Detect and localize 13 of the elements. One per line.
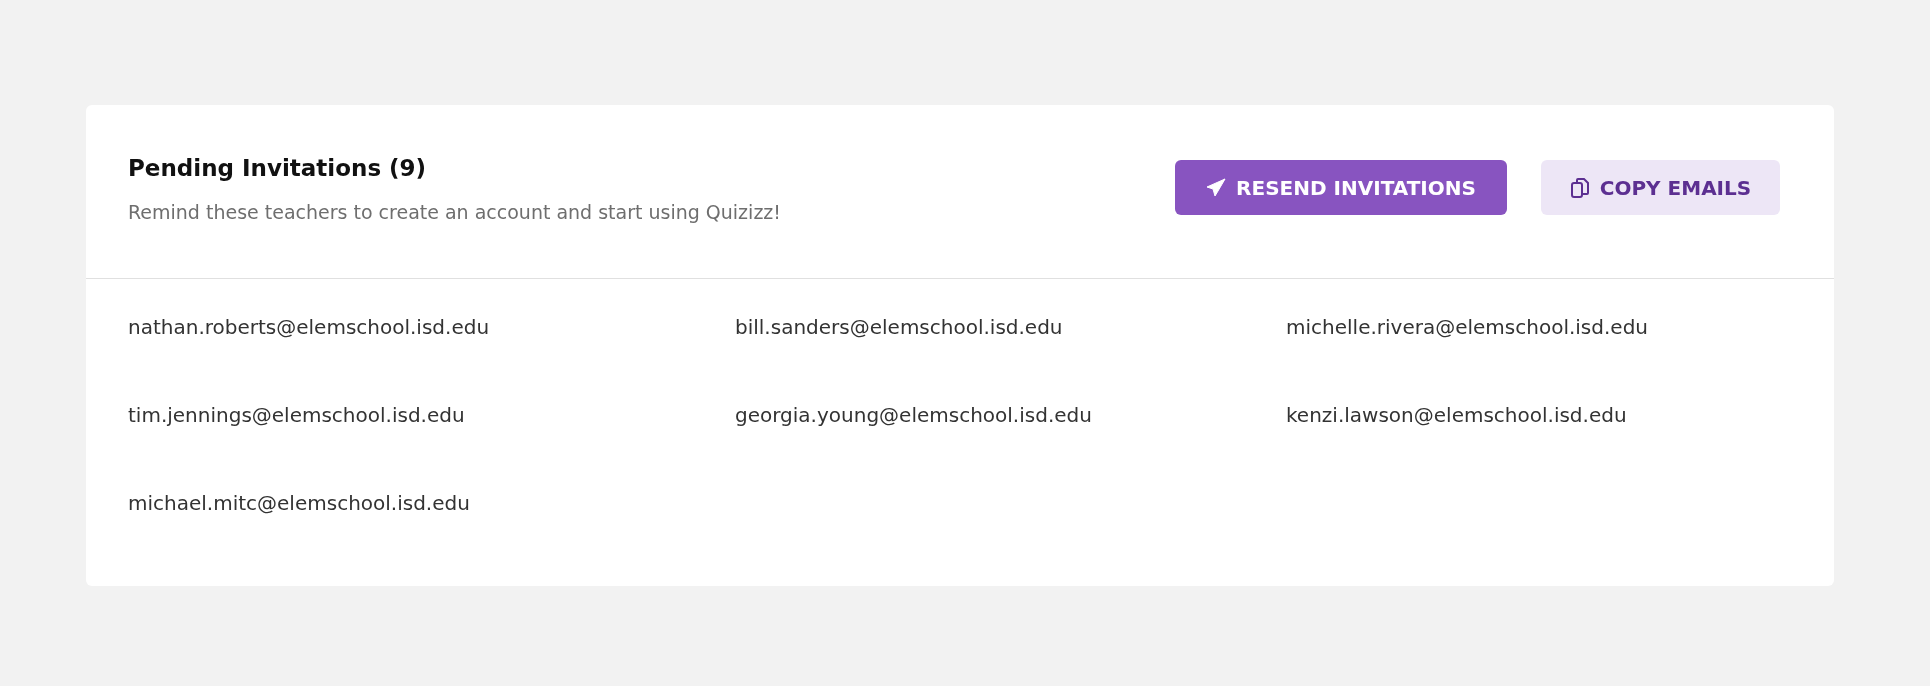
copy-icon [1569, 176, 1590, 199]
card-title: Pending Invitations (9) [128, 155, 428, 181]
email-address: michelle.rivera@elemschool.isd.edu [1286, 314, 1650, 340]
email-address: kenzi.lawson@elemschool.isd.edu [1286, 402, 1628, 428]
card-subtitle: Remind these teachers to create an account and start using Quizizz! [128, 201, 781, 223]
email-address: bill.sanders@elemschool.isd.edu [735, 314, 1064, 340]
send-icon [1206, 177, 1227, 198]
email-address: georgia.young@elemschool.isd.edu [735, 402, 1093, 428]
email-address: nathan.roberts@elemschool.isd.edu [128, 314, 491, 340]
copy-button[interactable]: COPY EMAILS [1541, 160, 1780, 215]
resend-button[interactable]: RESEND INVITATIONS [1175, 160, 1507, 215]
email-address: michael.mitc@elemschool.isd.edu [128, 490, 471, 516]
email-address: tim.jennings@elemschool.isd.edu [128, 402, 466, 428]
